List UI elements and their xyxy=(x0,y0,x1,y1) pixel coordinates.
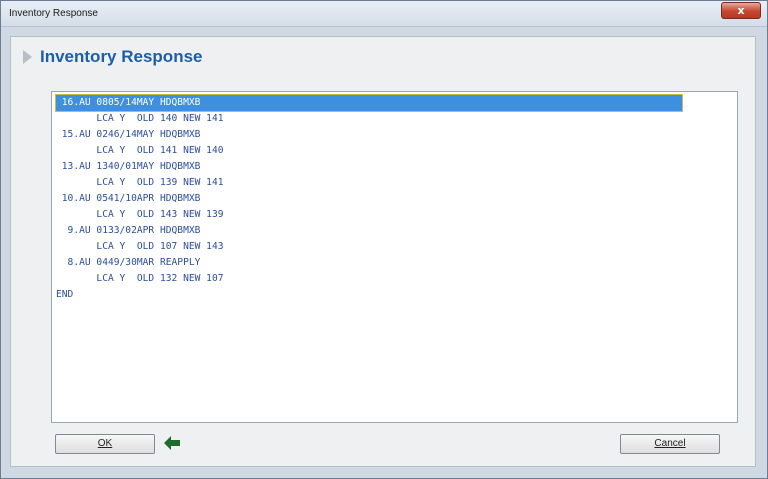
response-line[interactable]: LCA Y OLD 132 NEW 107 xyxy=(56,271,733,287)
chevron-right-icon xyxy=(23,50,32,64)
arrow-left-icon xyxy=(164,436,180,450)
response-line-selected[interactable]: 16.AU 0805/14MAY HDQBMXB xyxy=(55,94,683,112)
response-line[interactable]: LCA Y OLD 107 NEW 143 xyxy=(56,239,733,255)
response-text-area[interactable]: 16.AU 0805/14MAY HDQBMXB LCA Y OLD 140 N… xyxy=(51,91,738,423)
dialog-body: Inventory Response 16.AU 0805/14MAY HDQB… xyxy=(10,36,756,467)
ok-button[interactable]: OK xyxy=(55,434,155,454)
response-line[interactable]: LCA Y OLD 143 NEW 139 xyxy=(56,207,733,223)
title-bar[interactable]: Inventory Response x xyxy=(1,1,767,27)
page-title: Inventory Response xyxy=(40,47,203,66)
response-line[interactable]: LCA Y OLD 141 NEW 140 xyxy=(56,143,733,159)
response-line[interactable]: 10.AU 0541/10APR HDQBMXB xyxy=(56,191,733,207)
ok-button-label: OK xyxy=(97,438,113,449)
response-line[interactable]: 9.AU 0133/02APR HDQBMXB xyxy=(56,223,733,239)
response-line[interactable]: 8.AU 0449/30MAR REAPPLY xyxy=(56,255,733,271)
close-button[interactable]: x xyxy=(721,2,761,19)
response-line[interactable]: LCA Y OLD 139 NEW 141 xyxy=(56,175,733,191)
page-header: Inventory Response xyxy=(23,45,203,69)
cancel-button[interactable]: Cancel xyxy=(620,434,720,454)
response-line[interactable]: 15.AU 0246/14MAY HDQBMXB xyxy=(56,127,733,143)
response-line[interactable]: END xyxy=(56,287,733,303)
response-line[interactable]: LCA Y OLD 140 NEW 141 xyxy=(56,111,733,127)
dialog-window: Inventory Response x Inventory Response … xyxy=(0,0,768,479)
window-title: Inventory Response xyxy=(9,8,98,19)
response-line[interactable]: 13.AU 1340/01MAY HDQBMXB xyxy=(56,159,733,175)
cancel-button-label: Cancel xyxy=(654,438,686,449)
